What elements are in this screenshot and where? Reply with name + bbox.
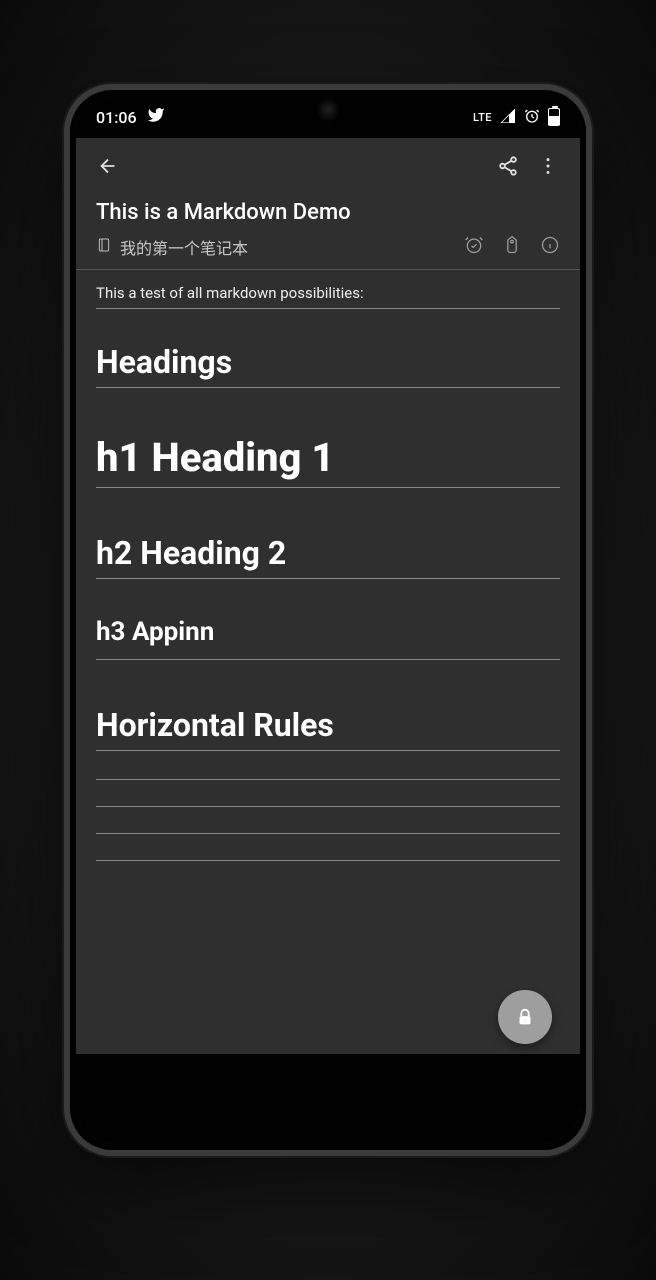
headings-section-title: Headings	[96, 343, 560, 388]
twitter-icon	[147, 106, 165, 128]
horizontal-rule	[96, 806, 560, 807]
hr-section-title: Horizontal Rules	[96, 706, 560, 751]
signal-icon	[500, 108, 516, 127]
phone-frame: 01:06 LTE	[70, 90, 586, 1150]
more-button[interactable]	[528, 146, 568, 186]
info-icon[interactable]	[540, 235, 560, 259]
divider	[96, 308, 560, 309]
app-content: This is a Markdown Demo 我的第一个笔记本	[76, 138, 580, 1144]
app-bar	[76, 138, 580, 194]
reminder-icon[interactable]	[464, 235, 484, 259]
screen: 01:06 LTE	[76, 96, 580, 1144]
heading-h3: h3 Appinn	[96, 617, 560, 653]
lock-fab[interactable]	[498, 990, 552, 1044]
tag-icon[interactable]	[502, 235, 522, 259]
network-label: LTE	[473, 111, 492, 124]
heading-h2: h2 Heading 2	[96, 534, 560, 579]
back-button[interactable]	[88, 146, 128, 186]
notebook-icon	[96, 237, 112, 257]
alarm-icon	[524, 108, 540, 127]
horizontal-rule	[96, 779, 560, 780]
horizontal-rule	[96, 833, 560, 834]
horizontal-rule	[96, 860, 560, 861]
intro-text: This a test of all markdown possibilitie…	[96, 284, 560, 302]
clock-text: 01:06	[96, 108, 137, 127]
note-body[interactable]: This a test of all markdown possibilitie…	[76, 270, 580, 1054]
front-camera	[316, 98, 340, 122]
nav-bar-area	[76, 1054, 580, 1144]
note-title: This is a Markdown Demo	[96, 200, 560, 225]
heading-h1: h1 Heading 1	[96, 434, 560, 488]
horizontal-rules-stack	[96, 779, 560, 861]
note-meta-row: 我的第一个笔记本	[76, 229, 580, 270]
divider	[96, 659, 560, 660]
share-button[interactable]	[488, 146, 528, 186]
notebook-name[interactable]: 我的第一个笔记本	[120, 235, 456, 259]
battery-icon	[548, 108, 560, 126]
note-title-block: This is a Markdown Demo	[76, 194, 580, 229]
